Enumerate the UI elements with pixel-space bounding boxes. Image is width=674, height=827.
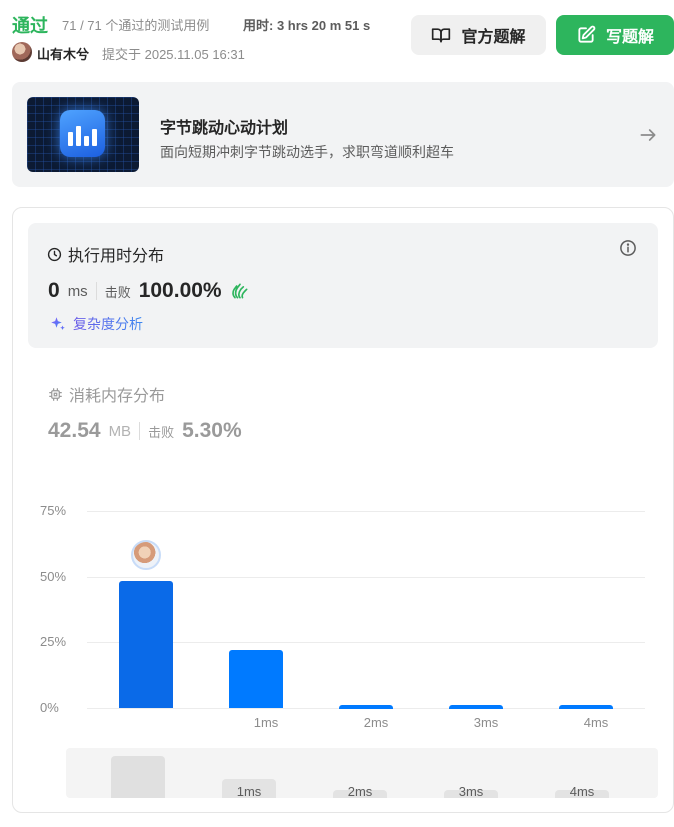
divider xyxy=(95,282,97,300)
memory-unit: MB xyxy=(108,422,132,440)
runtime-unit: ms xyxy=(67,282,88,300)
runtime-stats: 0 ms 击败 100.00% xyxy=(48,279,250,303)
banner-description: 面向短期冲刺字节跳动选手，求职弯道顺利超车 xyxy=(160,144,454,160)
sparkle-icon xyxy=(51,317,65,330)
gridline xyxy=(87,511,645,512)
y-tick-label: 50% xyxy=(40,568,67,584)
complexity-analysis-label: 复杂度分析 xyxy=(73,316,143,332)
overview-tick-label: 2ms xyxy=(347,784,373,798)
overview-bar xyxy=(111,756,165,798)
runtime-title-text: 执行用时分布 xyxy=(68,248,165,265)
total-time-value: 3 hrs 20 m 51 s xyxy=(276,18,371,33)
clock-icon xyxy=(47,247,62,261)
y-tick-label: 25% xyxy=(40,634,67,650)
total-time-label: 用时: xyxy=(243,18,274,33)
book-icon xyxy=(432,28,451,43)
memory-title[interactable]: 消耗内存分布 xyxy=(48,382,165,406)
write-solution-button[interactable]: 写题解 xyxy=(556,15,674,55)
x-tick-label: 3ms xyxy=(473,715,499,730)
chart-bar[interactable] xyxy=(119,580,173,708)
passed-testcases: 71 / 71 个通过的测试用例 xyxy=(62,18,210,33)
avatar[interactable] xyxy=(12,42,32,62)
x-tick-label: 2ms xyxy=(363,715,389,730)
chart-overview-scrollbar[interactable]: 1ms 2ms 3ms 4ms xyxy=(66,748,658,798)
write-solution-label: 写题解 xyxy=(605,29,654,46)
y-tick-label: 0% xyxy=(40,700,59,715)
memory-beat-label: 击败 xyxy=(148,424,175,440)
promo-banner[interactable]: 字节跳动心动计划 面向短期冲刺字节跳动选手，求职弯道顺利超车 xyxy=(12,82,674,187)
banner-title: 字节跳动心动计划 xyxy=(160,120,289,137)
overview-tick-label: 4ms xyxy=(569,784,595,798)
runtime-beat-value: 100.00% xyxy=(138,279,222,302)
runtime-value: 0 xyxy=(48,279,60,302)
memory-value: 42.54 xyxy=(48,419,101,442)
official-solution-button[interactable]: 官方题解 xyxy=(411,15,546,55)
total-time: 用时: 3 hrs 20 m 51 s xyxy=(243,15,370,34)
bytedance-logo-icon xyxy=(60,110,105,157)
chip-icon xyxy=(49,387,62,401)
memory-beat-value: 5.30% xyxy=(182,419,242,442)
gridline xyxy=(87,576,645,578)
chart-bar[interactable] xyxy=(229,650,283,708)
submitted-time: 提交于 2025.11.05 16:31 xyxy=(102,47,245,62)
y-tick-label: 75% xyxy=(40,503,67,518)
submission-status: 通过 xyxy=(12,16,48,36)
complexity-analysis-link[interactable]: 复杂度分析 xyxy=(49,314,143,334)
edit-icon xyxy=(578,25,596,43)
memory-stats: 42.54 MB 击败 5.30% xyxy=(48,419,242,443)
chart-bar[interactable] xyxy=(559,704,613,709)
info-icon[interactable] xyxy=(619,239,637,257)
divider xyxy=(139,422,141,440)
x-tick-label: 1ms xyxy=(253,715,279,730)
banner-image xyxy=(27,97,139,172)
official-solution-label: 官方题解 xyxy=(461,29,526,46)
runtime-beat-label: 击败 xyxy=(104,284,131,300)
x-tick-label: 4ms xyxy=(583,715,609,730)
clapping-hands-icon xyxy=(231,283,248,299)
chart-bar[interactable] xyxy=(339,704,393,709)
memory-title-text: 消耗内存分布 xyxy=(69,388,166,405)
your-submission-marker xyxy=(131,540,161,570)
arrow-right-icon xyxy=(640,129,656,141)
chart-bar[interactable] xyxy=(449,704,503,709)
username[interactable]: 山有木兮 xyxy=(37,44,89,63)
overview-tick-label: 1ms xyxy=(236,784,262,798)
runtime-title: 执行用时分布 xyxy=(47,242,164,266)
overview-tick-label: 3ms xyxy=(458,784,484,798)
